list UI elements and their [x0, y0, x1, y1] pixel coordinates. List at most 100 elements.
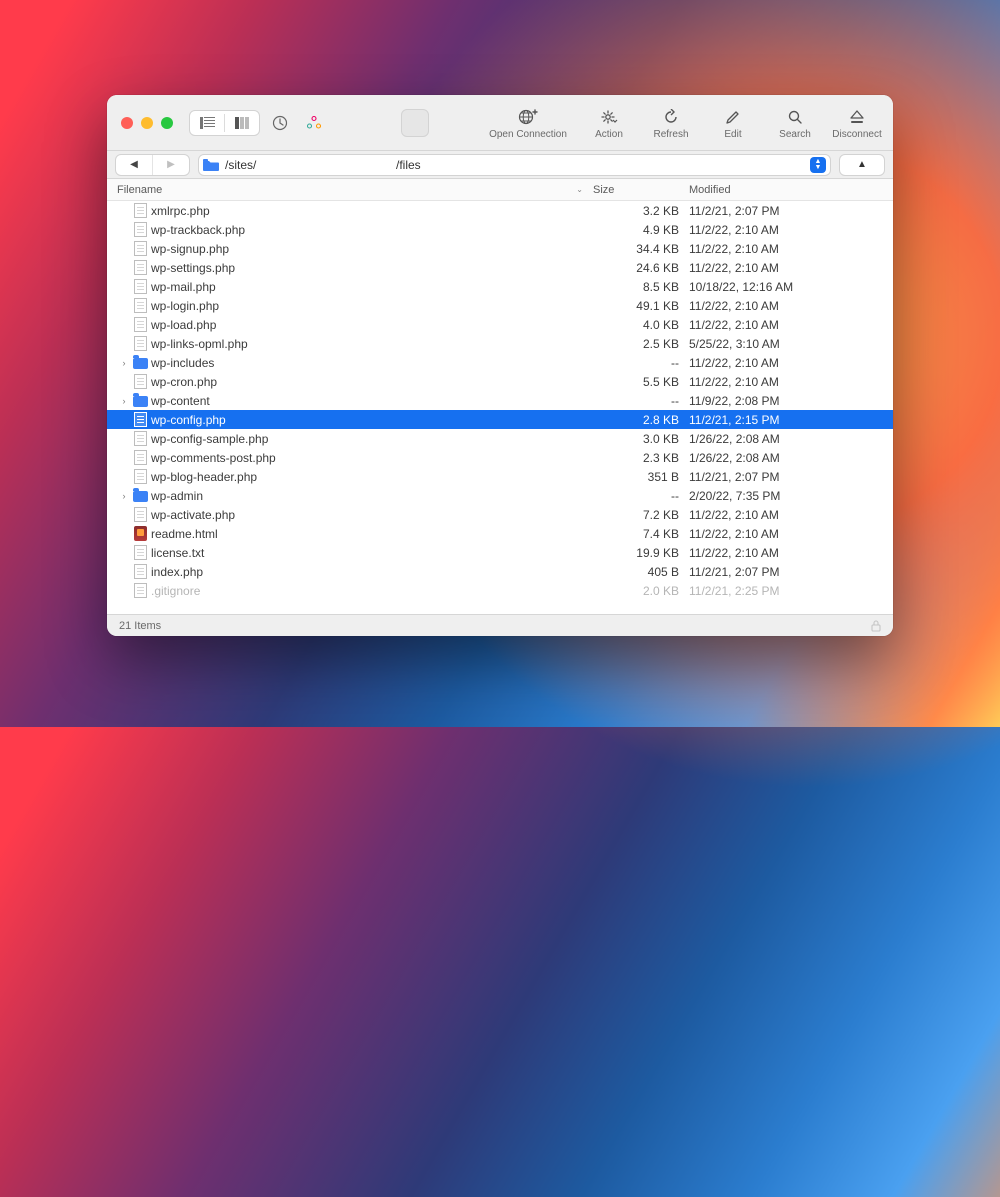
file-modified: 11/2/22, 2:10 AM: [689, 375, 883, 389]
list-view-button[interactable]: [190, 110, 224, 136]
disconnect-button[interactable]: Disconnect: [829, 106, 885, 140]
file-size: 7.2 KB: [593, 508, 689, 522]
file-row[interactable]: wp-login.php49.1 KB11/2/22, 2:10 AM: [107, 296, 893, 315]
file-row[interactable]: wp-comments-post.php2.3 KB1/26/22, 2:08 …: [107, 448, 893, 467]
file-row[interactable]: wp-links-opml.php2.5 KB5/25/22, 3:10 AM: [107, 334, 893, 353]
sort-descending-icon: ⌄: [576, 185, 583, 194]
file-row[interactable]: wp-activate.php7.2 KB11/2/22, 2:10 AM: [107, 505, 893, 524]
history-button[interactable]: [266, 110, 294, 136]
file-modified: 11/2/21, 2:25 PM: [689, 584, 883, 598]
file-row[interactable]: wp-settings.php24.6 KB11/2/22, 2:10 AM: [107, 258, 893, 277]
file-name: wp-content: [149, 394, 593, 408]
file-icon: [131, 545, 149, 560]
file-size: 2.5 KB: [593, 337, 689, 351]
close-window-button[interactable]: [121, 117, 133, 129]
folder-icon: [131, 394, 149, 407]
file-row[interactable]: wp-signup.php34.4 KB11/2/22, 2:10 AM: [107, 239, 893, 258]
file-modified: 11/2/22, 2:10 AM: [689, 242, 883, 256]
path-dropdown-button[interactable]: ▲ ▼: [810, 157, 826, 173]
action-label: Action: [595, 129, 623, 140]
file-size: 405 B: [593, 565, 689, 579]
file-icon: [131, 336, 149, 351]
file-size: 34.4 KB: [593, 242, 689, 256]
file-size: 351 B: [593, 470, 689, 484]
path-segment-2: /files: [396, 158, 804, 172]
file-icon: [131, 317, 149, 332]
header-filename[interactable]: Filename ⌄: [117, 184, 593, 196]
file-name: wp-config.php: [149, 413, 593, 427]
file-name: .gitignore: [149, 584, 593, 598]
toolbar-placeholder: [401, 109, 429, 137]
file-modified: 1/26/22, 2:08 AM: [689, 451, 883, 465]
file-row[interactable]: wp-blog-header.php351 B11/2/21, 2:07 PM: [107, 467, 893, 486]
expand-toggle[interactable]: ›: [117, 358, 131, 368]
view-mode-group: [189, 110, 260, 136]
file-icon: [131, 564, 149, 579]
expand-toggle[interactable]: ›: [117, 396, 131, 406]
file-name: wp-mail.php: [149, 280, 593, 294]
file-row[interactable]: wp-cron.php5.5 KB11/2/22, 2:10 AM: [107, 372, 893, 391]
open-connection-label: Open Connection: [489, 129, 567, 140]
file-modified: 11/2/21, 2:07 PM: [689, 565, 883, 579]
search-label: Search: [779, 129, 811, 140]
file-name: wp-cron.php: [149, 375, 593, 389]
file-row[interactable]: index.php405 B11/2/21, 2:07 PM: [107, 562, 893, 581]
file-row[interactable]: xmlrpc.php3.2 KB11/2/21, 2:07 PM: [107, 201, 893, 220]
column-view-button[interactable]: [225, 110, 259, 136]
file-list[interactable]: xmlrpc.php3.2 KB11/2/21, 2:07 PMwp-track…: [107, 201, 893, 614]
file-row[interactable]: ›wp-content--11/9/22, 2:08 PM: [107, 391, 893, 410]
file-row[interactable]: wp-trackback.php4.9 KB11/2/22, 2:10 AM: [107, 220, 893, 239]
file-icon: [131, 469, 149, 484]
file-row[interactable]: wp-config.php2.8 KB11/2/21, 2:15 PM: [107, 410, 893, 429]
file-row[interactable]: wp-load.php4.0 KB11/2/22, 2:10 AM: [107, 315, 893, 334]
file-name: wp-settings.php: [149, 261, 593, 275]
file-modified: 11/2/22, 2:10 AM: [689, 527, 883, 541]
bonjour-button[interactable]: [300, 110, 328, 136]
file-icon: [131, 222, 149, 237]
globe-plus-icon: [518, 108, 538, 126]
header-size[interactable]: Size: [593, 184, 689, 196]
chevron-down-icon: ▼: [815, 165, 822, 171]
up-directory-button[interactable]: ▲: [839, 154, 885, 176]
path-input[interactable]: /sites/ /files ▲ ▼: [198, 154, 831, 176]
edit-button[interactable]: Edit: [705, 106, 761, 140]
path-bar: ◀ ▶ /sites/ /files ▲ ▼ ▲: [107, 151, 893, 179]
forward-button[interactable]: ▶: [153, 155, 189, 175]
file-modified: 11/2/22, 2:10 AM: [689, 223, 883, 237]
header-modified[interactable]: Modified: [689, 184, 883, 196]
app-window: Open Connection Action Refresh Edit Sear…: [107, 95, 893, 636]
open-connection-button[interactable]: Open Connection: [481, 106, 575, 140]
lock-icon: [871, 620, 881, 632]
file-name: index.php: [149, 565, 593, 579]
file-modified: 11/2/21, 2:07 PM: [689, 204, 883, 218]
file-row[interactable]: license.txt19.9 KB11/2/22, 2:10 AM: [107, 543, 893, 562]
file-size: --: [593, 356, 689, 370]
file-row[interactable]: readme.html7.4 KB11/2/22, 2:10 AM: [107, 524, 893, 543]
file-size: 49.1 KB: [593, 299, 689, 313]
file-row[interactable]: ›wp-admin--2/20/22, 7:35 PM: [107, 486, 893, 505]
file-icon: [131, 298, 149, 313]
item-count: 21 Items: [119, 620, 161, 632]
file-icon: [131, 374, 149, 389]
maximize-window-button[interactable]: [161, 117, 173, 129]
search-button[interactable]: Search: [767, 106, 823, 140]
file-modified: 11/2/22, 2:10 AM: [689, 356, 883, 370]
file-row[interactable]: wp-mail.php8.5 KB10/18/22, 12:16 AM: [107, 277, 893, 296]
action-button[interactable]: Action: [581, 106, 637, 140]
minimize-window-button[interactable]: [141, 117, 153, 129]
file-row[interactable]: wp-config-sample.php3.0 KB1/26/22, 2:08 …: [107, 429, 893, 448]
file-name: wp-admin: [149, 489, 593, 503]
file-row[interactable]: ›wp-includes--11/2/22, 2:10 AM: [107, 353, 893, 372]
back-button[interactable]: ◀: [116, 155, 152, 175]
file-row[interactable]: .gitignore2.0 KB11/2/21, 2:25 PM: [107, 581, 893, 600]
file-size: --: [593, 489, 689, 503]
file-size: 2.3 KB: [593, 451, 689, 465]
refresh-label: Refresh: [653, 129, 688, 140]
outline-view-icon: [200, 117, 215, 129]
file-name: wp-activate.php: [149, 508, 593, 522]
html-file-icon: [131, 526, 149, 541]
refresh-button[interactable]: Refresh: [643, 106, 699, 140]
file-modified: 11/2/22, 2:10 AM: [689, 318, 883, 332]
file-icon: [131, 583, 149, 598]
expand-toggle[interactable]: ›: [117, 491, 131, 501]
